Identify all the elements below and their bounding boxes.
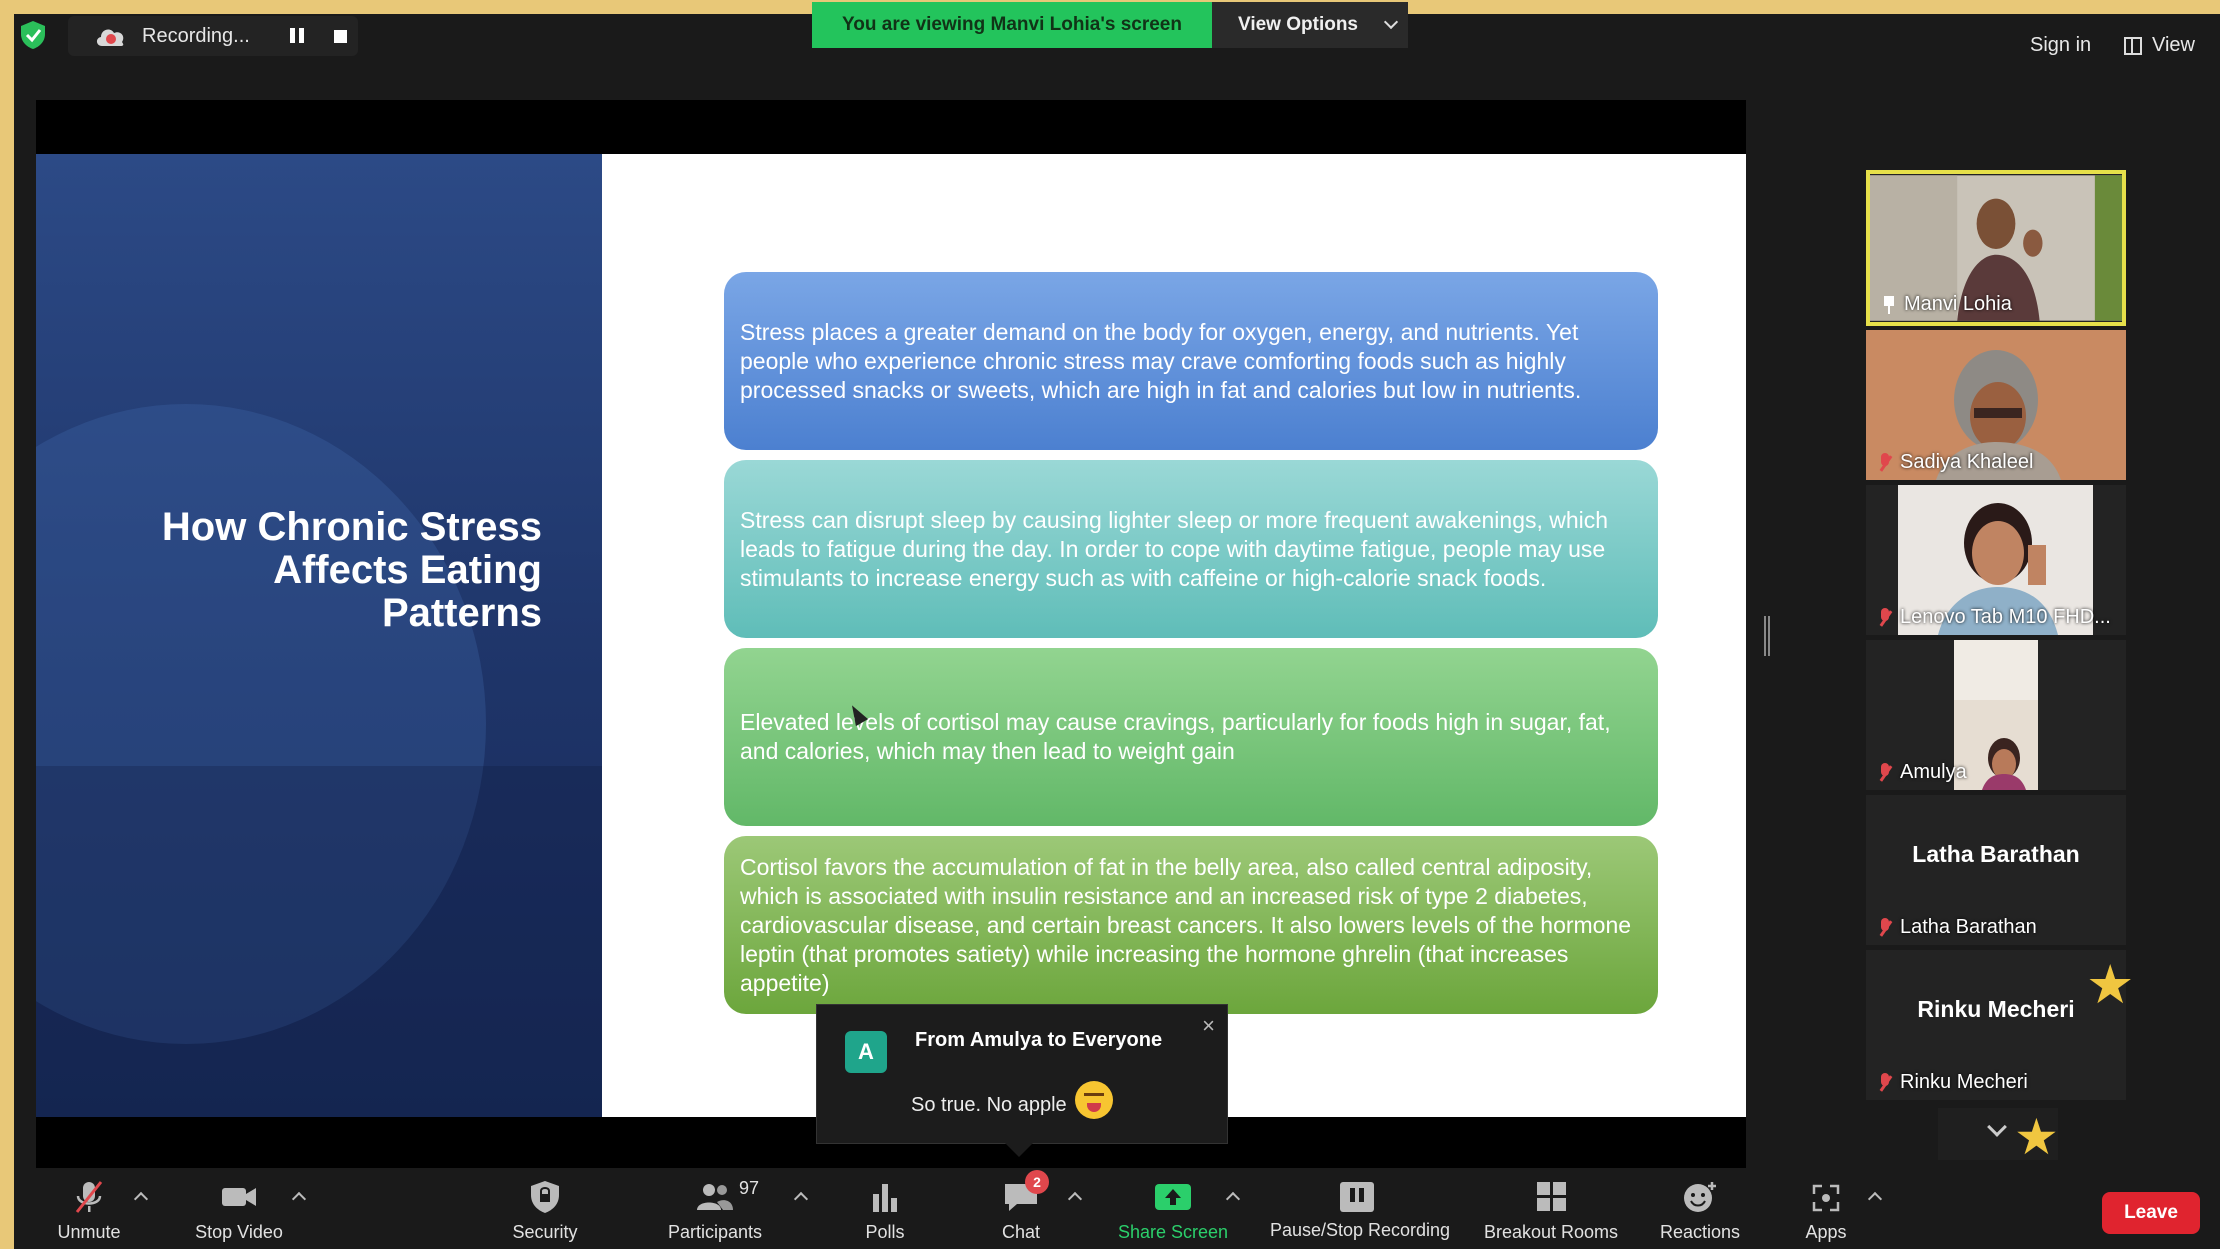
mic-muted-icon xyxy=(75,1181,103,1213)
participant-name-text: Lenovo Tab M10 FHD... xyxy=(1900,606,2111,628)
pause-recording-icon[interactable] xyxy=(290,28,306,44)
slide-point-1: Stress places a greater demand on the bo… xyxy=(724,272,1658,450)
mic-muted-icon xyxy=(1878,452,1892,473)
participant-name: Amulya xyxy=(1878,761,1967,784)
pin-icon xyxy=(1882,295,1896,314)
participant-tile-lenovo-tab[interactable]: Lenovo Tab M10 FHD... xyxy=(1866,485,2126,635)
sign-in-link[interactable]: Sign in xyxy=(2030,34,2091,57)
share-screen-label: Share Screen xyxy=(1117,1222,1229,1242)
participant-tile-amulya[interactable]: Amulya xyxy=(1866,640,2126,790)
apps-button[interactable]: Apps xyxy=(1786,1170,1866,1249)
slide-point-text: Stress places a greater demand on the bo… xyxy=(740,318,1582,403)
participant-tile-latha-barathan[interactable]: Latha Barathan Latha Barathan xyxy=(1866,795,2126,945)
breakout-rooms-button[interactable]: Breakout Rooms xyxy=(1476,1170,1626,1249)
leave-button[interactable]: Leave xyxy=(2102,1192,2200,1234)
mic-muted-icon xyxy=(1878,607,1892,628)
slide-title: How Chronic Stress Affects Eating Patter… xyxy=(161,505,542,635)
tongue-out-emoji-icon xyxy=(1074,1081,1113,1119)
slide-point-4: Cortisol favors the accumulation of fat … xyxy=(724,836,1658,1014)
slide-point-text: Stress can disrupt sleep by causing ligh… xyxy=(740,506,1609,591)
participant-name: Manvi Lohia xyxy=(1882,293,2012,316)
apps-label: Apps xyxy=(1805,1222,1847,1242)
mic-muted-icon xyxy=(1878,762,1892,783)
slide-point-text: Elevated levels of cortisol may cause cr… xyxy=(740,709,1611,764)
polls-bar-chart-icon xyxy=(873,1184,897,1212)
participant-name: Sadiya Khaleel xyxy=(1878,451,2033,474)
share-screen-icon xyxy=(1155,1184,1191,1210)
participant-tile-manvi-lohia[interactable]: Manvi Lohia xyxy=(1866,170,2126,326)
view-options-button[interactable]: View Options xyxy=(1212,2,1408,48)
pause-stop-recording-label: Pause/Stop Recording xyxy=(1269,1220,1451,1240)
participant-name-text: Rinku Mecheri xyxy=(1900,1071,2028,1093)
recording-label: Recording... xyxy=(142,24,250,47)
apps-icon xyxy=(1812,1184,1840,1212)
close-icon[interactable]: × xyxy=(1202,1013,1215,1039)
chat-sender: From Amulya to Everyone xyxy=(915,1029,1163,1051)
slide-point-2: Stress can disrupt sleep by causing ligh… xyxy=(724,460,1658,638)
pause-stop-recording-icon xyxy=(1340,1182,1374,1212)
presentation-slide: How Chronic Stress Affects Eating Patter… xyxy=(36,154,1746,1117)
share-screen-button[interactable]: Share Screen xyxy=(1110,1170,1236,1249)
chat-bubble-icon: 2 xyxy=(1001,1170,1049,1214)
participant-name-text: Sadiya Khaleel xyxy=(1900,451,2034,473)
participants-icon: 97 xyxy=(695,1178,759,1214)
chevron-down-icon xyxy=(1383,14,1399,30)
pause-stop-recording-button[interactable]: Pause/Stop Recording xyxy=(1262,1168,1458,1247)
chat-label: Chat xyxy=(1001,1222,1041,1242)
breakout-rooms-grid-icon xyxy=(1537,1182,1566,1211)
chat-notification[interactable]: A From Amulya to Everyone × So true. No … xyxy=(816,1004,1228,1157)
slide-point-3: Elevated levels of cortisol may cause cr… xyxy=(724,648,1658,826)
sender-avatar: A xyxy=(845,1031,887,1073)
security-shield-icon xyxy=(531,1181,559,1213)
stop-recording-icon[interactable] xyxy=(334,30,347,43)
participants-button[interactable]: 97 Participants xyxy=(660,1170,770,1249)
star-decoration-icon: ★ xyxy=(2086,955,2135,1015)
security-button[interactable]: Security xyxy=(500,1170,590,1249)
reactions-label: Reactions xyxy=(1659,1222,1741,1242)
participant-name-text: Manvi Lohia xyxy=(1904,293,2012,315)
view-options-label: View Options xyxy=(1238,14,1359,35)
polls-button[interactable]: Polls xyxy=(840,1170,930,1249)
layout-icon xyxy=(2124,36,2142,55)
breakout-rooms-label: Breakout Rooms xyxy=(1483,1222,1619,1242)
view-label: View xyxy=(2152,34,2195,56)
video-camera-icon xyxy=(222,1188,256,1206)
reactions-smiley-icon xyxy=(1684,1182,1716,1212)
chevron-down-icon xyxy=(1987,1117,2007,1137)
viewing-screen-banner: You are viewing Manvi Lohia's screen xyxy=(812,2,1212,48)
recording-indicator: Recording... xyxy=(68,16,358,56)
view-button[interactable]: View xyxy=(2124,34,2195,57)
decorative-band xyxy=(36,766,602,1117)
slide-title-panel: How Chronic Stress Affects Eating Patter… xyxy=(36,154,602,1117)
participant-display-name: Latha Barathan xyxy=(1912,841,2080,867)
participant-name: Latha Barathan xyxy=(1878,916,2037,939)
chat-message-text: So true. No apple xyxy=(911,1093,1067,1116)
unmute-label: Unmute xyxy=(57,1222,121,1242)
stop-video-button[interactable]: Stop Video xyxy=(184,1170,294,1249)
security-label: Security xyxy=(512,1222,578,1242)
polls-label: Polls xyxy=(865,1222,905,1242)
encryption-shield-icon[interactable] xyxy=(20,20,46,50)
participant-tile-sadiya-khaleel[interactable]: Sadiya Khaleel xyxy=(1866,330,2126,480)
slide-point-text: Cortisol favors the accumulation of fat … xyxy=(740,853,1632,996)
stop-video-label: Stop Video xyxy=(195,1222,283,1242)
reactions-button[interactable]: Reactions xyxy=(1652,1170,1748,1249)
participant-name-text: Amulya xyxy=(1900,761,1967,783)
participant-name: Rinku Mecheri xyxy=(1878,1071,2028,1094)
participant-name-text: Latha Barathan xyxy=(1900,916,2037,938)
cloud-recording-icon xyxy=(96,29,124,46)
participant-name: Lenovo Tab M10 FHD... xyxy=(1878,606,2111,629)
panel-resize-handle[interactable] xyxy=(1764,616,1770,656)
unmute-button[interactable]: Unmute xyxy=(44,1170,134,1249)
mic-muted-icon xyxy=(1878,917,1892,938)
participants-label: Participants xyxy=(667,1222,763,1242)
chat-button[interactable]: 2 Chat xyxy=(976,1170,1066,1249)
participants-count: 97 xyxy=(739,1178,760,1198)
unread-badge: 2 xyxy=(1025,1170,1049,1194)
chat-message: So true. No apple xyxy=(911,1081,1113,1119)
mic-muted-icon xyxy=(1878,1072,1892,1093)
star-decoration-icon: ★ xyxy=(2014,1109,2059,1165)
